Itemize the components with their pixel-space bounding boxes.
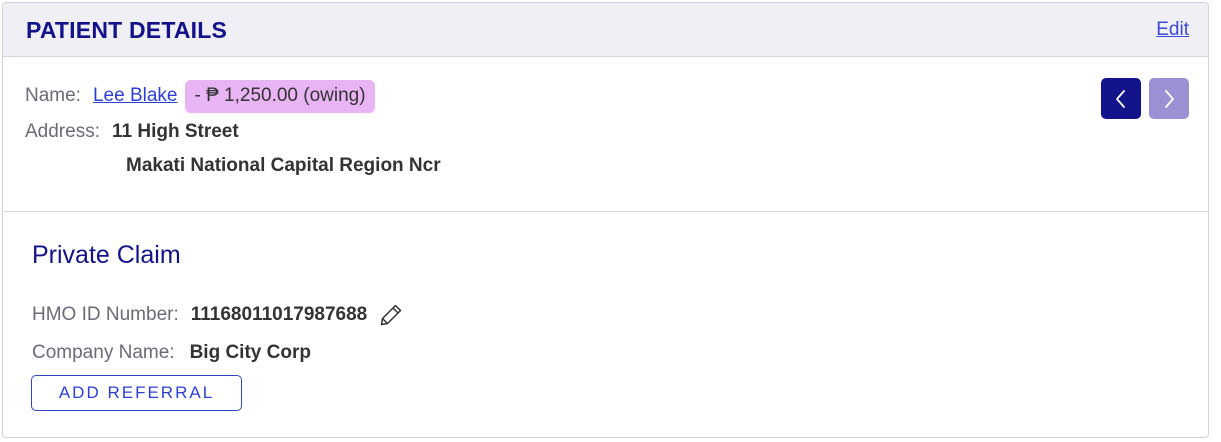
claim-section: Private Claim HMO ID Number: 11168011017…: [3, 212, 1208, 437]
hmo-value: 11168011017987688: [190, 304, 368, 325]
add-referral-button[interactable]: ADD REFERRAL: [31, 375, 242, 411]
patient-details-card: PATIENT DETAILS Edit Name: Lee Blake - ₱…: [2, 2, 1209, 438]
address-row: Address: 11 High Street: [25, 121, 239, 143]
address-label: Address:: [25, 121, 100, 142]
name-row: Name: Lee Blake - ₱ 1,250.00 (owing): [25, 79, 375, 113]
edit-link[interactable]: Edit: [1156, 19, 1189, 41]
patient-section: Name: Lee Blake - ₱ 1,250.00 (owing) Add…: [3, 57, 1208, 212]
address-line1: 11 High Street: [111, 121, 239, 142]
company-label: Company Name:: [32, 342, 175, 363]
hmo-label: HMO ID Number:: [32, 304, 179, 325]
company-value: Big City Corp: [189, 342, 311, 363]
name-label: Name:: [25, 85, 81, 106]
patient-name-link[interactable]: Lee Blake: [93, 85, 178, 107]
address-line2: Makati National Capital Region Ncr: [126, 155, 441, 176]
next-patient-button[interactable]: [1149, 78, 1189, 119]
company-row: Company Name: Big City Corp: [32, 342, 311, 364]
address-line2-row: Makati National Capital Region Ncr: [126, 155, 441, 177]
chevron-left-icon: [1116, 89, 1125, 108]
hmo-row: HMO ID Number: 11168011017987688: [32, 300, 403, 330]
card-header: PATIENT DETAILS Edit: [3, 3, 1208, 57]
previous-patient-button[interactable]: [1101, 78, 1141, 119]
balance-badge: - ₱ 1,250.00 (owing): [185, 79, 375, 113]
card-title: PATIENT DETAILS: [26, 17, 228, 43]
claim-title: Private Claim: [32, 241, 181, 269]
chevron-right-icon: [1165, 89, 1174, 108]
pencil-icon[interactable]: [379, 303, 403, 327]
